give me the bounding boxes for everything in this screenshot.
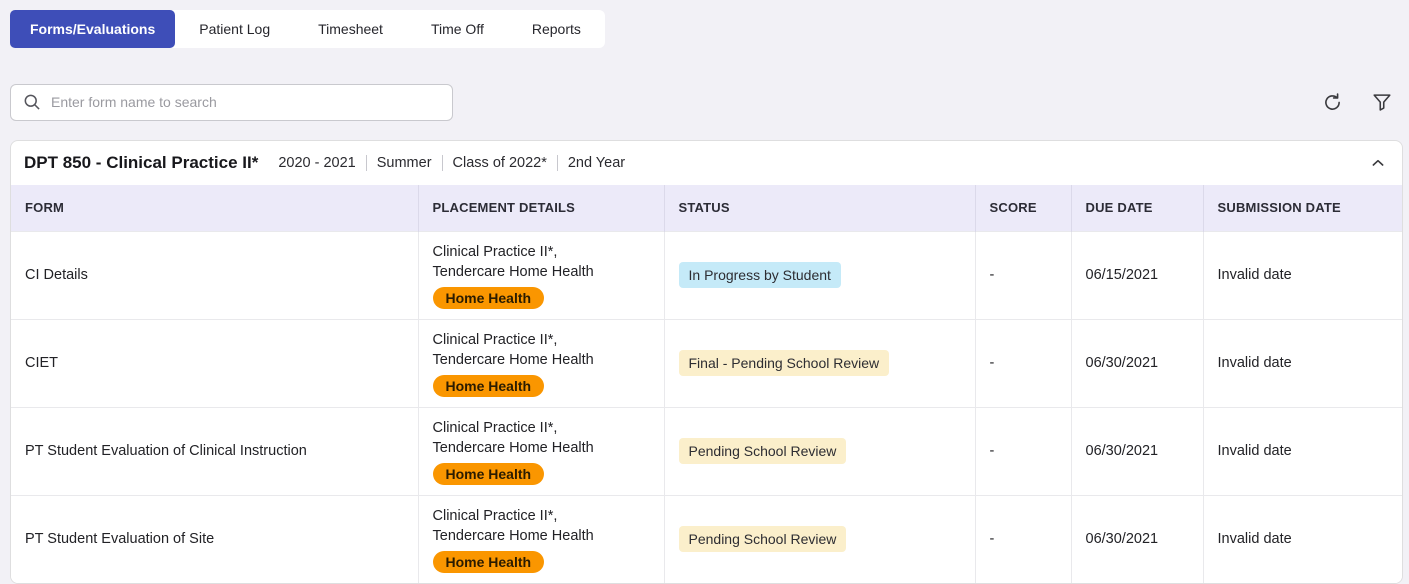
- tab-timesheet[interactable]: Timesheet: [294, 10, 407, 48]
- placement-line-2: Tendercare Home Health: [433, 526, 650, 546]
- search-box: [10, 84, 453, 121]
- filter-button[interactable]: [1369, 89, 1395, 115]
- column-header-placement-details: PLACEMENT DETAILS: [418, 185, 664, 231]
- column-header-score: SCORE: [975, 185, 1071, 231]
- due-date-cell: 06/30/2021: [1071, 495, 1203, 583]
- placement-details-cell: Clinical Practice II*, Tendercare Home H…: [418, 407, 664, 495]
- setting-tag: Home Health: [433, 287, 545, 309]
- chevron-up-icon: [1370, 155, 1386, 171]
- section-header-dpt850[interactable]: DPT 850 - Clinical Practice II* 2020 - 2…: [11, 141, 1402, 185]
- column-header-due-date: DUE DATE: [1071, 185, 1203, 231]
- setting-tag: Home Health: [433, 375, 545, 397]
- placement-line-1: Clinical Practice II*,: [433, 506, 650, 526]
- status-badge: Pending School Review: [679, 438, 847, 464]
- column-header-form: FORM: [11, 185, 418, 231]
- search-row: [10, 83, 1399, 121]
- form-name-cell: CI Details: [11, 231, 418, 319]
- placement-line-2: Tendercare Home Health: [433, 438, 650, 458]
- section-title: DPT 850 - Clinical Practice II*: [24, 153, 258, 173]
- search-input[interactable]: [10, 84, 453, 121]
- due-date-cell: 06/30/2021: [1071, 407, 1203, 495]
- placement-details-cell: Clinical Practice II*, Tendercare Home H…: [418, 231, 664, 319]
- placement-line-1: Clinical Practice II*,: [433, 330, 650, 350]
- forms-table: FORM PLACEMENT DETAILS STATUS SCORE DUE …: [11, 185, 1403, 583]
- submission-date-cell: Invalid date: [1203, 319, 1403, 407]
- score-cell: -: [975, 407, 1071, 495]
- submission-date-cell: Invalid date: [1203, 495, 1403, 583]
- placement-line-2: Tendercare Home Health: [433, 262, 650, 282]
- table-row[interactable]: PT Student Evaluation of Site Clinical P…: [11, 495, 1403, 583]
- setting-tag: Home Health: [433, 463, 545, 485]
- form-name-cell: PT Student Evaluation of Site: [11, 495, 418, 583]
- status-badge: Pending School Review: [679, 526, 847, 552]
- status-badge: Final - Pending School Review: [679, 350, 890, 376]
- submission-date-cell: Invalid date: [1203, 231, 1403, 319]
- tab-forms-evaluations[interactable]: Forms/Evaluations: [10, 10, 175, 48]
- tab-patient-log[interactable]: Patient Log: [175, 10, 294, 48]
- meta-year: 2020 - 2021: [268, 155, 365, 171]
- meta-student-year: 2nd Year: [557, 155, 635, 171]
- table-header-row: FORM PLACEMENT DETAILS STATUS SCORE DUE …: [11, 185, 1403, 231]
- due-date-cell: 06/15/2021: [1071, 231, 1203, 319]
- score-cell: -: [975, 231, 1071, 319]
- tab-time-off[interactable]: Time Off: [407, 10, 508, 48]
- form-name-cell: CIET: [11, 319, 418, 407]
- filter-icon: [1371, 91, 1393, 113]
- score-cell: -: [975, 319, 1071, 407]
- setting-tag: Home Health: [433, 551, 545, 573]
- course-section-dpt850: DPT 850 - Clinical Practice II* 2020 - 2…: [10, 140, 1403, 584]
- status-badge: In Progress by Student: [679, 262, 841, 288]
- submission-date-cell: Invalid date: [1203, 407, 1403, 495]
- table-row[interactable]: CI Details Clinical Practice II*, Tender…: [11, 231, 1403, 319]
- column-header-status: STATUS: [664, 185, 975, 231]
- status-cell: Pending School Review: [664, 495, 975, 583]
- collapse-section-control[interactable]: [1370, 155, 1386, 171]
- placement-details-cell: Clinical Practice II*, Tendercare Home H…: [418, 319, 664, 407]
- search-icon: [22, 92, 42, 112]
- placement-details-cell: Clinical Practice II*, Tendercare Home H…: [418, 495, 664, 583]
- column-header-submission-date: SUBMISSION DATE: [1203, 185, 1403, 231]
- section-meta: 2020 - 2021 Summer Class of 2022* 2nd Ye…: [268, 155, 635, 171]
- refresh-icon: [1321, 91, 1344, 114]
- due-date-cell: 06/30/2021: [1071, 319, 1203, 407]
- main-tabbar: Forms/Evaluations Patient Log Timesheet …: [10, 10, 605, 48]
- toolbar-icons: [1319, 89, 1399, 115]
- tab-reports[interactable]: Reports: [508, 10, 605, 48]
- table-row[interactable]: CIET Clinical Practice II*, Tendercare H…: [11, 319, 1403, 407]
- placement-line-2: Tendercare Home Health: [433, 350, 650, 370]
- status-cell: Pending School Review: [664, 407, 975, 495]
- score-cell: -: [975, 495, 1071, 583]
- refresh-button[interactable]: [1319, 89, 1345, 115]
- status-cell: In Progress by Student: [664, 231, 975, 319]
- status-cell: Final - Pending School Review: [664, 319, 975, 407]
- placement-line-1: Clinical Practice II*,: [433, 418, 650, 438]
- form-name-cell: PT Student Evaluation of Clinical Instru…: [11, 407, 418, 495]
- placement-line-1: Clinical Practice II*,: [433, 242, 650, 262]
- meta-term: Summer: [366, 155, 442, 171]
- meta-class: Class of 2022*: [442, 155, 557, 171]
- table-row[interactable]: PT Student Evaluation of Clinical Instru…: [11, 407, 1403, 495]
